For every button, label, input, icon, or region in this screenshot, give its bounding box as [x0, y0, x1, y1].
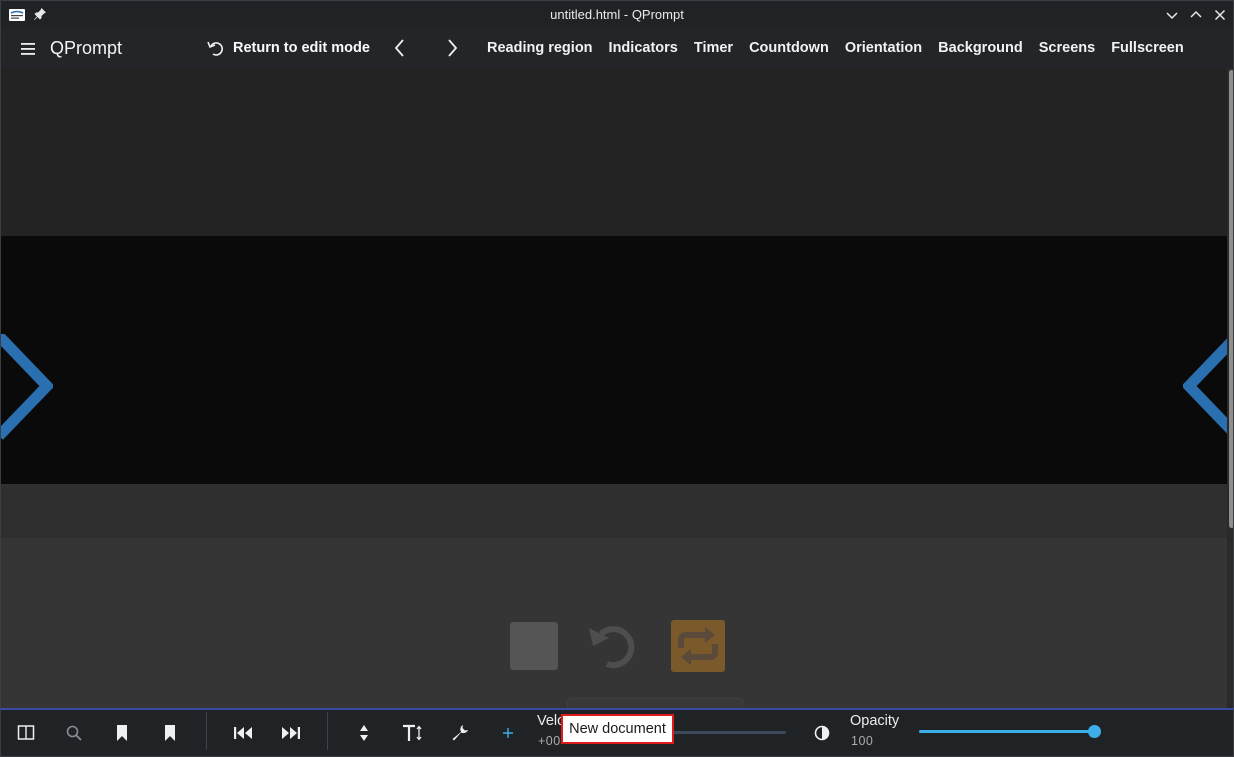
prompter-upper-area	[1, 68, 1229, 236]
pin-icon[interactable]	[33, 7, 47, 21]
contrast-icon[interactable]	[810, 721, 834, 745]
menu-fullscreen[interactable]: Fullscreen	[1103, 28, 1192, 68]
minimize-icon[interactable]	[1163, 6, 1181, 24]
ghost-panel	[567, 698, 743, 708]
bookmark-icon[interactable]	[158, 721, 182, 745]
qprompt-logo-icon	[8, 7, 26, 23]
prompter-area[interactable]	[0, 68, 1234, 708]
rewind-circle-icon	[587, 620, 639, 672]
prompter-menu: Reading region Indicators Timer Countdow…	[479, 28, 1192, 68]
menu-countdown[interactable]: Countdown	[741, 28, 837, 68]
opacity-slider-handle[interactable]	[1088, 725, 1101, 738]
chevron-right-icon[interactable]	[441, 37, 463, 59]
toolbar-separator	[206, 712, 207, 750]
stop-square-icon	[509, 620, 561, 672]
up-down-arrows-icon[interactable]	[352, 721, 376, 745]
velocity-slider[interactable]	[671, 731, 786, 734]
bookmark-icon[interactable]	[110, 721, 134, 745]
opacity-value: 100	[851, 734, 874, 748]
prompter-lower-band	[1, 484, 1229, 538]
chevron-left-icon[interactable]	[389, 37, 411, 59]
loop-icon	[671, 620, 725, 672]
opacity-label: Opacity	[850, 713, 900, 729]
menu-screens[interactable]: Screens	[1031, 28, 1103, 68]
left-pointer-icon	[1, 332, 55, 444]
return-to-edit-mode-button[interactable]: Return to edit mode	[201, 34, 374, 62]
title-bar: untitled.html - QPrompt	[0, 0, 1234, 28]
undo-arrow-icon	[205, 38, 225, 58]
search-icon[interactable]	[62, 721, 86, 745]
menu-orientation[interactable]: Orientation	[837, 28, 930, 68]
font-size-icon[interactable]	[400, 721, 424, 745]
opacity-slider-fill	[919, 730, 1095, 733]
scrollbar-thumb[interactable]	[1229, 70, 1233, 528]
menu-timer[interactable]: Timer	[686, 28, 741, 68]
menu-background[interactable]: Background	[930, 28, 1031, 68]
menu-indicators[interactable]: Indicators	[601, 28, 686, 68]
skip-to-end-icon[interactable]	[279, 721, 303, 745]
skip-to-start-icon[interactable]	[231, 721, 255, 745]
app-brand: QPrompt	[50, 38, 123, 58]
maximize-icon[interactable]	[1187, 6, 1205, 24]
menu-reading-region[interactable]: Reading region	[479, 28, 601, 68]
return-to-edit-mode-label: Return to edit mode	[233, 40, 370, 56]
velocity-value: +00	[538, 734, 561, 748]
split-view-icon[interactable]	[14, 721, 38, 745]
toolbar-separator	[327, 712, 328, 750]
close-icon[interactable]	[1211, 6, 1229, 24]
new-document-tooltip: New document	[561, 714, 674, 744]
hamburger-menu-icon[interactable]	[19, 40, 39, 58]
window-title: untitled.html - QPrompt	[550, 7, 684, 22]
top-toolbar: QPrompt Return to edit mode Reading regi…	[0, 28, 1234, 68]
wrench-icon[interactable]	[448, 721, 472, 745]
reading-region	[1, 236, 1229, 484]
plus-icon[interactable]	[496, 721, 520, 745]
